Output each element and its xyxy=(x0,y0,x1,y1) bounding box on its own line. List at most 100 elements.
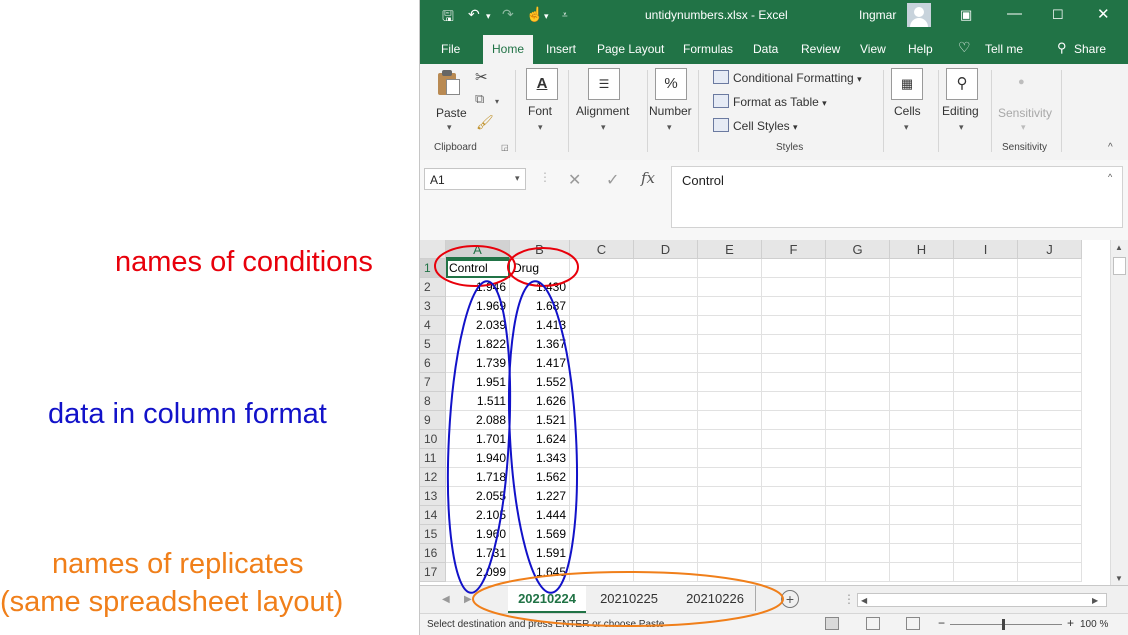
cell-b2[interactable]: 1.430 xyxy=(510,278,570,297)
cell-f6[interactable] xyxy=(762,354,826,373)
cell-d4[interactable] xyxy=(634,316,698,335)
cell-h7[interactable] xyxy=(890,373,954,392)
cell-a4[interactable]: 2.039 xyxy=(446,316,510,335)
cell-h10[interactable] xyxy=(890,430,954,449)
next-sheet-icon[interactable]: ▶ xyxy=(464,594,472,605)
tab-help[interactable]: Help xyxy=(908,42,933,56)
undo-icon[interactable]: ↶ xyxy=(468,6,480,23)
zoom-in-icon[interactable]: + xyxy=(1067,616,1074,630)
font-icon[interactable]: A xyxy=(526,68,558,100)
cell-j11[interactable] xyxy=(1018,449,1082,468)
cell-a11[interactable]: 1.940 xyxy=(446,449,510,468)
cell-d16[interactable] xyxy=(634,544,698,563)
collapse-formula-bar-icon[interactable]: ^ xyxy=(1108,172,1112,182)
paste-label[interactable]: Paste xyxy=(436,106,467,120)
cell-e16[interactable] xyxy=(698,544,762,563)
enter-icon[interactable]: ✓ xyxy=(606,170,619,190)
cell-c6[interactable] xyxy=(570,354,634,373)
cell-b5[interactable]: 1.367 xyxy=(510,335,570,354)
cell-g11[interactable] xyxy=(826,449,890,468)
row-header-2[interactable]: 2 xyxy=(420,278,446,297)
cell-f2[interactable] xyxy=(762,278,826,297)
cell-h5[interactable] xyxy=(890,335,954,354)
cell-j2[interactable] xyxy=(1018,278,1082,297)
cell-i5[interactable] xyxy=(954,335,1018,354)
cell-c17[interactable] xyxy=(570,563,634,582)
user-name[interactable]: Ingmar xyxy=(859,8,896,22)
cell-h17[interactable] xyxy=(890,563,954,582)
cell-f10[interactable] xyxy=(762,430,826,449)
cell-f17[interactable] xyxy=(762,563,826,582)
cell-b13[interactable]: 1.227 xyxy=(510,487,570,506)
row-header-17[interactable]: 17 xyxy=(420,563,446,582)
cell-d12[interactable] xyxy=(634,468,698,487)
cell-f16[interactable] xyxy=(762,544,826,563)
cell-g10[interactable] xyxy=(826,430,890,449)
cell-d9[interactable] xyxy=(634,411,698,430)
row-header-3[interactable]: 3 xyxy=(420,297,446,316)
cell-h8[interactable] xyxy=(890,392,954,411)
cell-a17[interactable]: 2.099 xyxy=(446,563,510,582)
cell-e1[interactable] xyxy=(698,259,762,278)
cell-j4[interactable] xyxy=(1018,316,1082,335)
cell-d17[interactable] xyxy=(634,563,698,582)
cell-d15[interactable] xyxy=(634,525,698,544)
cell-g12[interactable] xyxy=(826,468,890,487)
cell-g14[interactable] xyxy=(826,506,890,525)
cell-g4[interactable] xyxy=(826,316,890,335)
horizontal-scrollbar[interactable]: ◀ ▶ xyxy=(857,593,1107,607)
worksheet-grid[interactable]: ABCDEFGHIJ 1 2 3 4 5 6 7 8 9 10 11 12 13 14 15 16 17 Con… xyxy=(420,240,1128,585)
number-label[interactable]: Number xyxy=(649,104,692,118)
conditional-formatting-button[interactable]: Conditional Formatting ▾ xyxy=(713,70,862,85)
cell-c14[interactable] xyxy=(570,506,634,525)
cell-a14[interactable]: 2.105 xyxy=(446,506,510,525)
cell-c1[interactable] xyxy=(570,259,634,278)
cell-a9[interactable]: 2.088 xyxy=(446,411,510,430)
touch-mode-icon[interactable]: ☝ xyxy=(526,6,543,23)
cell-g9[interactable] xyxy=(826,411,890,430)
cell-d10[interactable] xyxy=(634,430,698,449)
cell-b8[interactable]: 1.626 xyxy=(510,392,570,411)
cells-dropdown-icon[interactable]: ▾ xyxy=(904,122,909,133)
cell-a7[interactable]: 1.951 xyxy=(446,373,510,392)
cell-g8[interactable] xyxy=(826,392,890,411)
column-header-c[interactable]: C xyxy=(570,240,634,259)
zoom-slider[interactable] xyxy=(950,624,1062,625)
cell-c13[interactable] xyxy=(570,487,634,506)
cell-j5[interactable] xyxy=(1018,335,1082,354)
cell-c10[interactable] xyxy=(570,430,634,449)
cell-b7[interactable]: 1.552 xyxy=(510,373,570,392)
cell-i6[interactable] xyxy=(954,354,1018,373)
cell-e3[interactable] xyxy=(698,297,762,316)
cell-f15[interactable] xyxy=(762,525,826,544)
cell-i7[interactable] xyxy=(954,373,1018,392)
editing-label[interactable]: Editing xyxy=(942,104,979,118)
zoom-out-icon[interactable]: − xyxy=(938,616,945,630)
cell-g7[interactable] xyxy=(826,373,890,392)
cell-j13[interactable] xyxy=(1018,487,1082,506)
tab-split-icon[interactable]: ⋮ xyxy=(843,592,855,606)
cell-j10[interactable] xyxy=(1018,430,1082,449)
scroll-left-icon[interactable]: ◀ xyxy=(861,596,867,605)
cell-j12[interactable] xyxy=(1018,468,1082,487)
cell-e5[interactable] xyxy=(698,335,762,354)
cell-e9[interactable] xyxy=(698,411,762,430)
paste-dropdown-icon[interactable]: ▾ xyxy=(447,122,452,133)
cell-e11[interactable] xyxy=(698,449,762,468)
cell-f3[interactable] xyxy=(762,297,826,316)
cell-j9[interactable] xyxy=(1018,411,1082,430)
cell-a6[interactable]: 1.739 xyxy=(446,354,510,373)
name-box-dropdown-icon[interactable]: ▾ xyxy=(515,173,520,184)
share-button[interactable]: Share xyxy=(1074,42,1106,56)
alignment-icon[interactable]: ☰ xyxy=(588,68,620,100)
percent-icon[interactable]: % xyxy=(655,68,687,100)
row-header-9[interactable]: 9 xyxy=(420,411,446,430)
cell-a2[interactable]: 1.946 xyxy=(446,278,510,297)
cell-j8[interactable] xyxy=(1018,392,1082,411)
cell-h16[interactable] xyxy=(890,544,954,563)
font-dropdown-icon[interactable]: ▾ xyxy=(538,122,543,133)
format-as-table-button[interactable]: Format as Table ▾ xyxy=(713,94,827,109)
cell-h12[interactable] xyxy=(890,468,954,487)
cell-g17[interactable] xyxy=(826,563,890,582)
sheet-tab-20210225[interactable]: 20210225 xyxy=(590,586,668,611)
